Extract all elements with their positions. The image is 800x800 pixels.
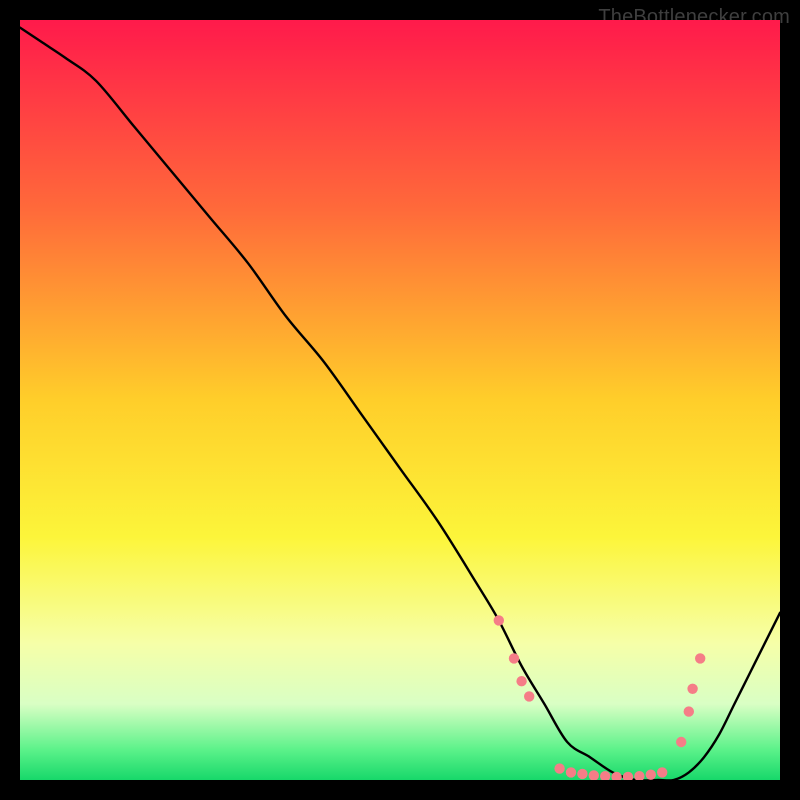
- marker-dot: [494, 615, 504, 625]
- chart-frame: TheBottlenecker.com: [0, 0, 800, 800]
- marker-dot: [646, 769, 656, 779]
- marker-dot: [509, 653, 519, 663]
- marker-dot: [577, 769, 587, 779]
- marker-dot: [684, 706, 694, 716]
- marker-dot: [676, 737, 686, 747]
- chart-svg: [20, 20, 780, 780]
- marker-dot: [524, 691, 534, 701]
- marker-dot: [566, 767, 576, 777]
- marker-dot: [687, 684, 697, 694]
- chart-background: [20, 20, 780, 780]
- marker-dot: [695, 653, 705, 663]
- marker-dot: [554, 763, 564, 773]
- marker-dot: [516, 676, 526, 686]
- chart-plot: [20, 20, 780, 780]
- marker-dot: [657, 767, 667, 777]
